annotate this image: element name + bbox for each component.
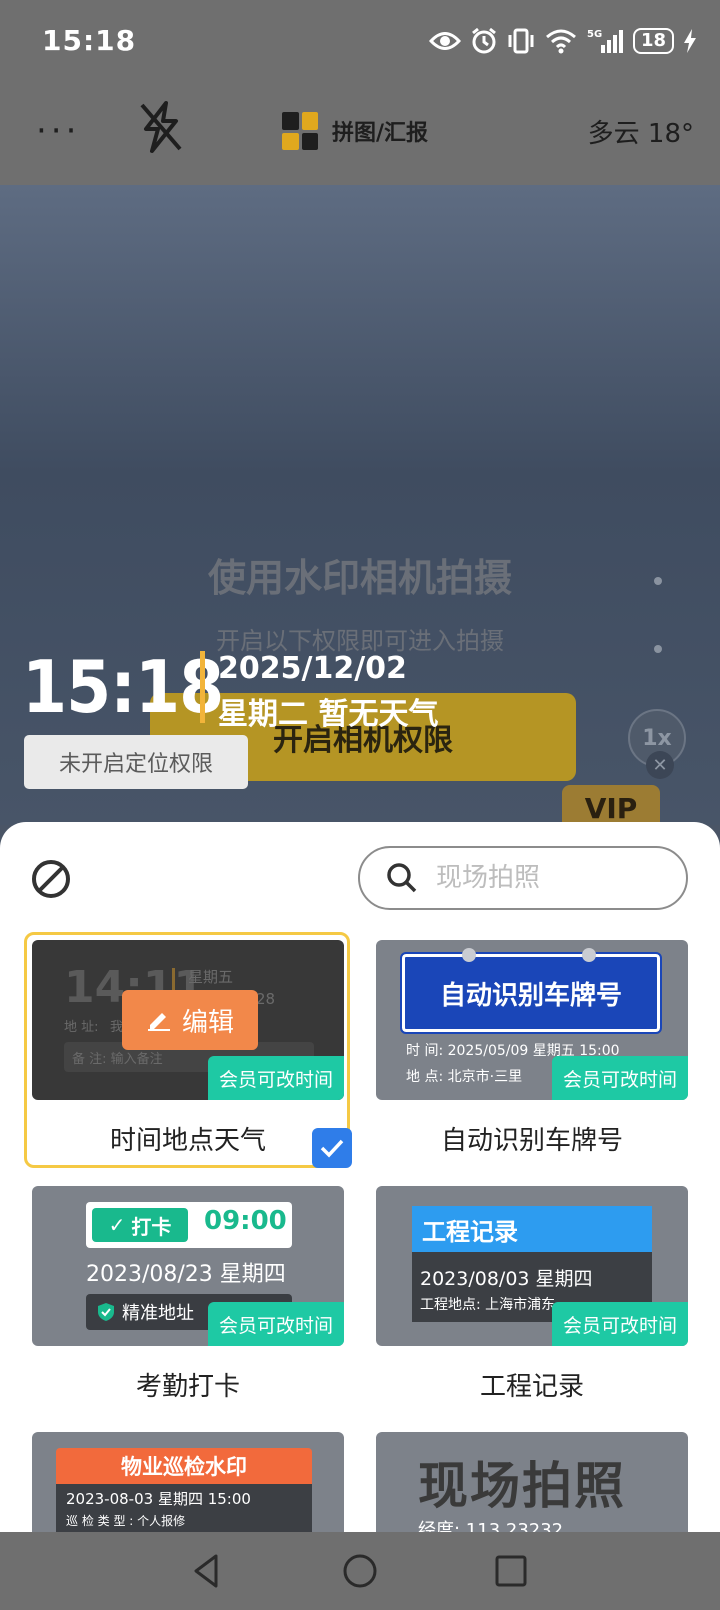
preview-week: 星期五 (188, 968, 234, 986)
preview-date: 2023/08/23 星期四 (86, 1262, 286, 1287)
puzzle-icon (282, 112, 318, 150)
template-title: 工程记录 (479, 1372, 584, 1402)
vibrate-icon (508, 28, 534, 54)
preview-place-line: 地 点: 北京市·三里 (406, 1069, 523, 1085)
template-card-license-plate[interactable]: 自动识别车牌号 时 间: 2025/05/09 星期五 15:00 地 点: 北… (376, 940, 688, 1157)
edit-label: 编辑 (181, 1007, 234, 1038)
check-icon: ✓ (108, 1213, 126, 1237)
template-title: 自动识别车牌号 (440, 1126, 623, 1156)
camera-preview: 使用水印相机拍摄 开启以下权限即可进入拍摄 开启相机权限 1x ✕ VIP 15… (0, 185, 720, 835)
preview-site-header: 现场拍照 (418, 1457, 626, 1515)
weather-display[interactable]: 多云 18° (588, 113, 694, 150)
home-circle-icon (343, 1554, 377, 1588)
charging-icon (684, 29, 696, 53)
preview-plate-header: 自动识别车牌号 (400, 952, 662, 1034)
side-dot (654, 577, 662, 585)
puzzle-report-button[interactable]: 拼图/汇报 (282, 111, 428, 151)
template-thumbnail: 14:11 星期五 28 地 址: 我 备 注: 输入备注 编辑 会员可改时间 (32, 940, 344, 1100)
signal-5g-icon: 5G (587, 29, 623, 53)
plate-rivet (462, 948, 476, 962)
preview-day: 28 (256, 990, 276, 1008)
zoom-close-button[interactable]: ✕ (646, 751, 674, 779)
status-icons: 5G 18 (428, 24, 696, 58)
watermark-divider (200, 651, 205, 723)
preview-address-label: 地 址: (64, 1020, 99, 1035)
prohibit-icon (32, 860, 70, 898)
template-thumbnail: 现场拍照 经度: 113.23232 (376, 1432, 688, 1532)
template-title: 考勤打卡 (135, 1372, 240, 1402)
preview-type: 巡 检 类 型 : 个人报修 (66, 1514, 186, 1528)
check-icon (320, 1139, 344, 1158)
member-badge: 会员可改时间 (552, 1056, 688, 1100)
selected-check (312, 1128, 352, 1168)
watermark-time: 15:18 (22, 645, 224, 729)
preview-location: 精准地址 (122, 1303, 194, 1324)
nav-recents-button[interactable] (488, 1548, 534, 1594)
template-card-property-patrol[interactable]: 物业巡检水印 2023-08-03 星期四 15:00 巡 检 类 型 : 个人… (32, 1432, 344, 1532)
preview-engineering-header: 工程记录 (412, 1206, 652, 1252)
edit-button[interactable]: 编辑 (122, 990, 258, 1050)
more-button[interactable]: ··· (36, 114, 86, 151)
member-badge: 会员可改时间 (208, 1302, 344, 1346)
search-box[interactable] (358, 846, 688, 910)
template-thumbnail: 物业巡检水印 2023-08-03 星期四 15:00 巡 检 类 型 : 个人… (32, 1432, 344, 1532)
more-dots-icon: ··· (36, 111, 81, 151)
preview-date: 2023/08/03 星期四 (420, 1268, 593, 1290)
template-title: 时间地点天气 (109, 1126, 266, 1156)
watermark-date: 2025/12/02 (218, 651, 407, 686)
preview-punch-badge: ✓ 打卡 (92, 1208, 188, 1242)
system-nav-bar (0, 1532, 720, 1610)
preview-patrol-header: 物业巡检水印 (56, 1448, 312, 1484)
preview-place: 工程地点: 上海市浦东 (420, 1297, 556, 1313)
battery-indicator: 18 (632, 28, 674, 54)
close-icon: ✕ (652, 754, 668, 776)
template-thumbnail: 自动识别车牌号 时 间: 2025/05/09 星期五 15:00 地 点: 北… (376, 940, 688, 1100)
nav-back-button[interactable] (184, 1548, 230, 1594)
search-input[interactable] (436, 863, 656, 893)
watermark-week-weather: 星期二 暂无天气 (218, 697, 439, 732)
status-time: 15:18 (42, 24, 137, 57)
plate-rivet (582, 948, 596, 962)
no-watermark-button[interactable] (30, 858, 72, 900)
pencil-icon (147, 1013, 170, 1031)
location-permission-button[interactable]: 未开启定位权限 (24, 735, 248, 789)
svg-text:5G: 5G (587, 29, 602, 40)
preview-coord: 经度: 113.23232 (418, 1520, 564, 1532)
watermark-picker-sheet: 14:11 星期五 28 地 址: 我 备 注: 输入备注 编辑 会员可改时间 … (0, 822, 720, 1532)
status-bar: 15:18 5G 18 (0, 0, 720, 85)
side-dot (654, 645, 662, 653)
template-thumbnail: 工程记录 2023/08/03 星期四 工程地点: 上海市浦东 会员可改时间 (376, 1186, 688, 1346)
preview-date: 2023-08-03 星期四 15:00 (66, 1490, 251, 1508)
puzzle-report-label: 拼图/汇报 (332, 121, 429, 146)
permission-title: 使用水印相机拍摄 (207, 556, 512, 600)
flash-button[interactable] (138, 101, 184, 153)
eye-icon (428, 32, 461, 50)
template-card-time-location-weather[interactable]: 14:11 星期五 28 地 址: 我 备 注: 输入备注 编辑 会员可改时间 … (32, 940, 344, 1157)
template-card-engineering[interactable]: 工程记录 2023/08/03 星期四 工程地点: 上海市浦东 会员可改时间 工… (376, 1186, 688, 1403)
member-badge: 会员可改时间 (208, 1056, 344, 1100)
recents-square-icon (495, 1555, 527, 1587)
wifi-icon (545, 29, 576, 54)
template-card-site-photo[interactable]: 现场拍照 经度: 113.23232 (376, 1432, 688, 1532)
member-badge: 会员可改时间 (552, 1302, 688, 1346)
nav-home-button[interactable] (337, 1548, 383, 1594)
flash-off-icon (140, 101, 182, 153)
template-card-attendance[interactable]: ✓ 打卡 09:00 2023/08/23 星期四 精准地址 会员可改时间 考勤… (32, 1186, 344, 1403)
preview-clock: 09:00 (204, 1206, 287, 1236)
template-thumbnail: ✓ 打卡 09:00 2023/08/23 星期四 精准地址 会员可改时间 (32, 1186, 344, 1346)
search-icon (387, 863, 417, 893)
back-triangle-icon (194, 1554, 218, 1588)
preview-punch-label: 打卡 (131, 1214, 172, 1239)
camera-toolbar: ··· 拼图/汇报 多云 18° (0, 85, 720, 185)
shield-check-icon (98, 1303, 114, 1321)
alarm-icon (472, 27, 496, 54)
